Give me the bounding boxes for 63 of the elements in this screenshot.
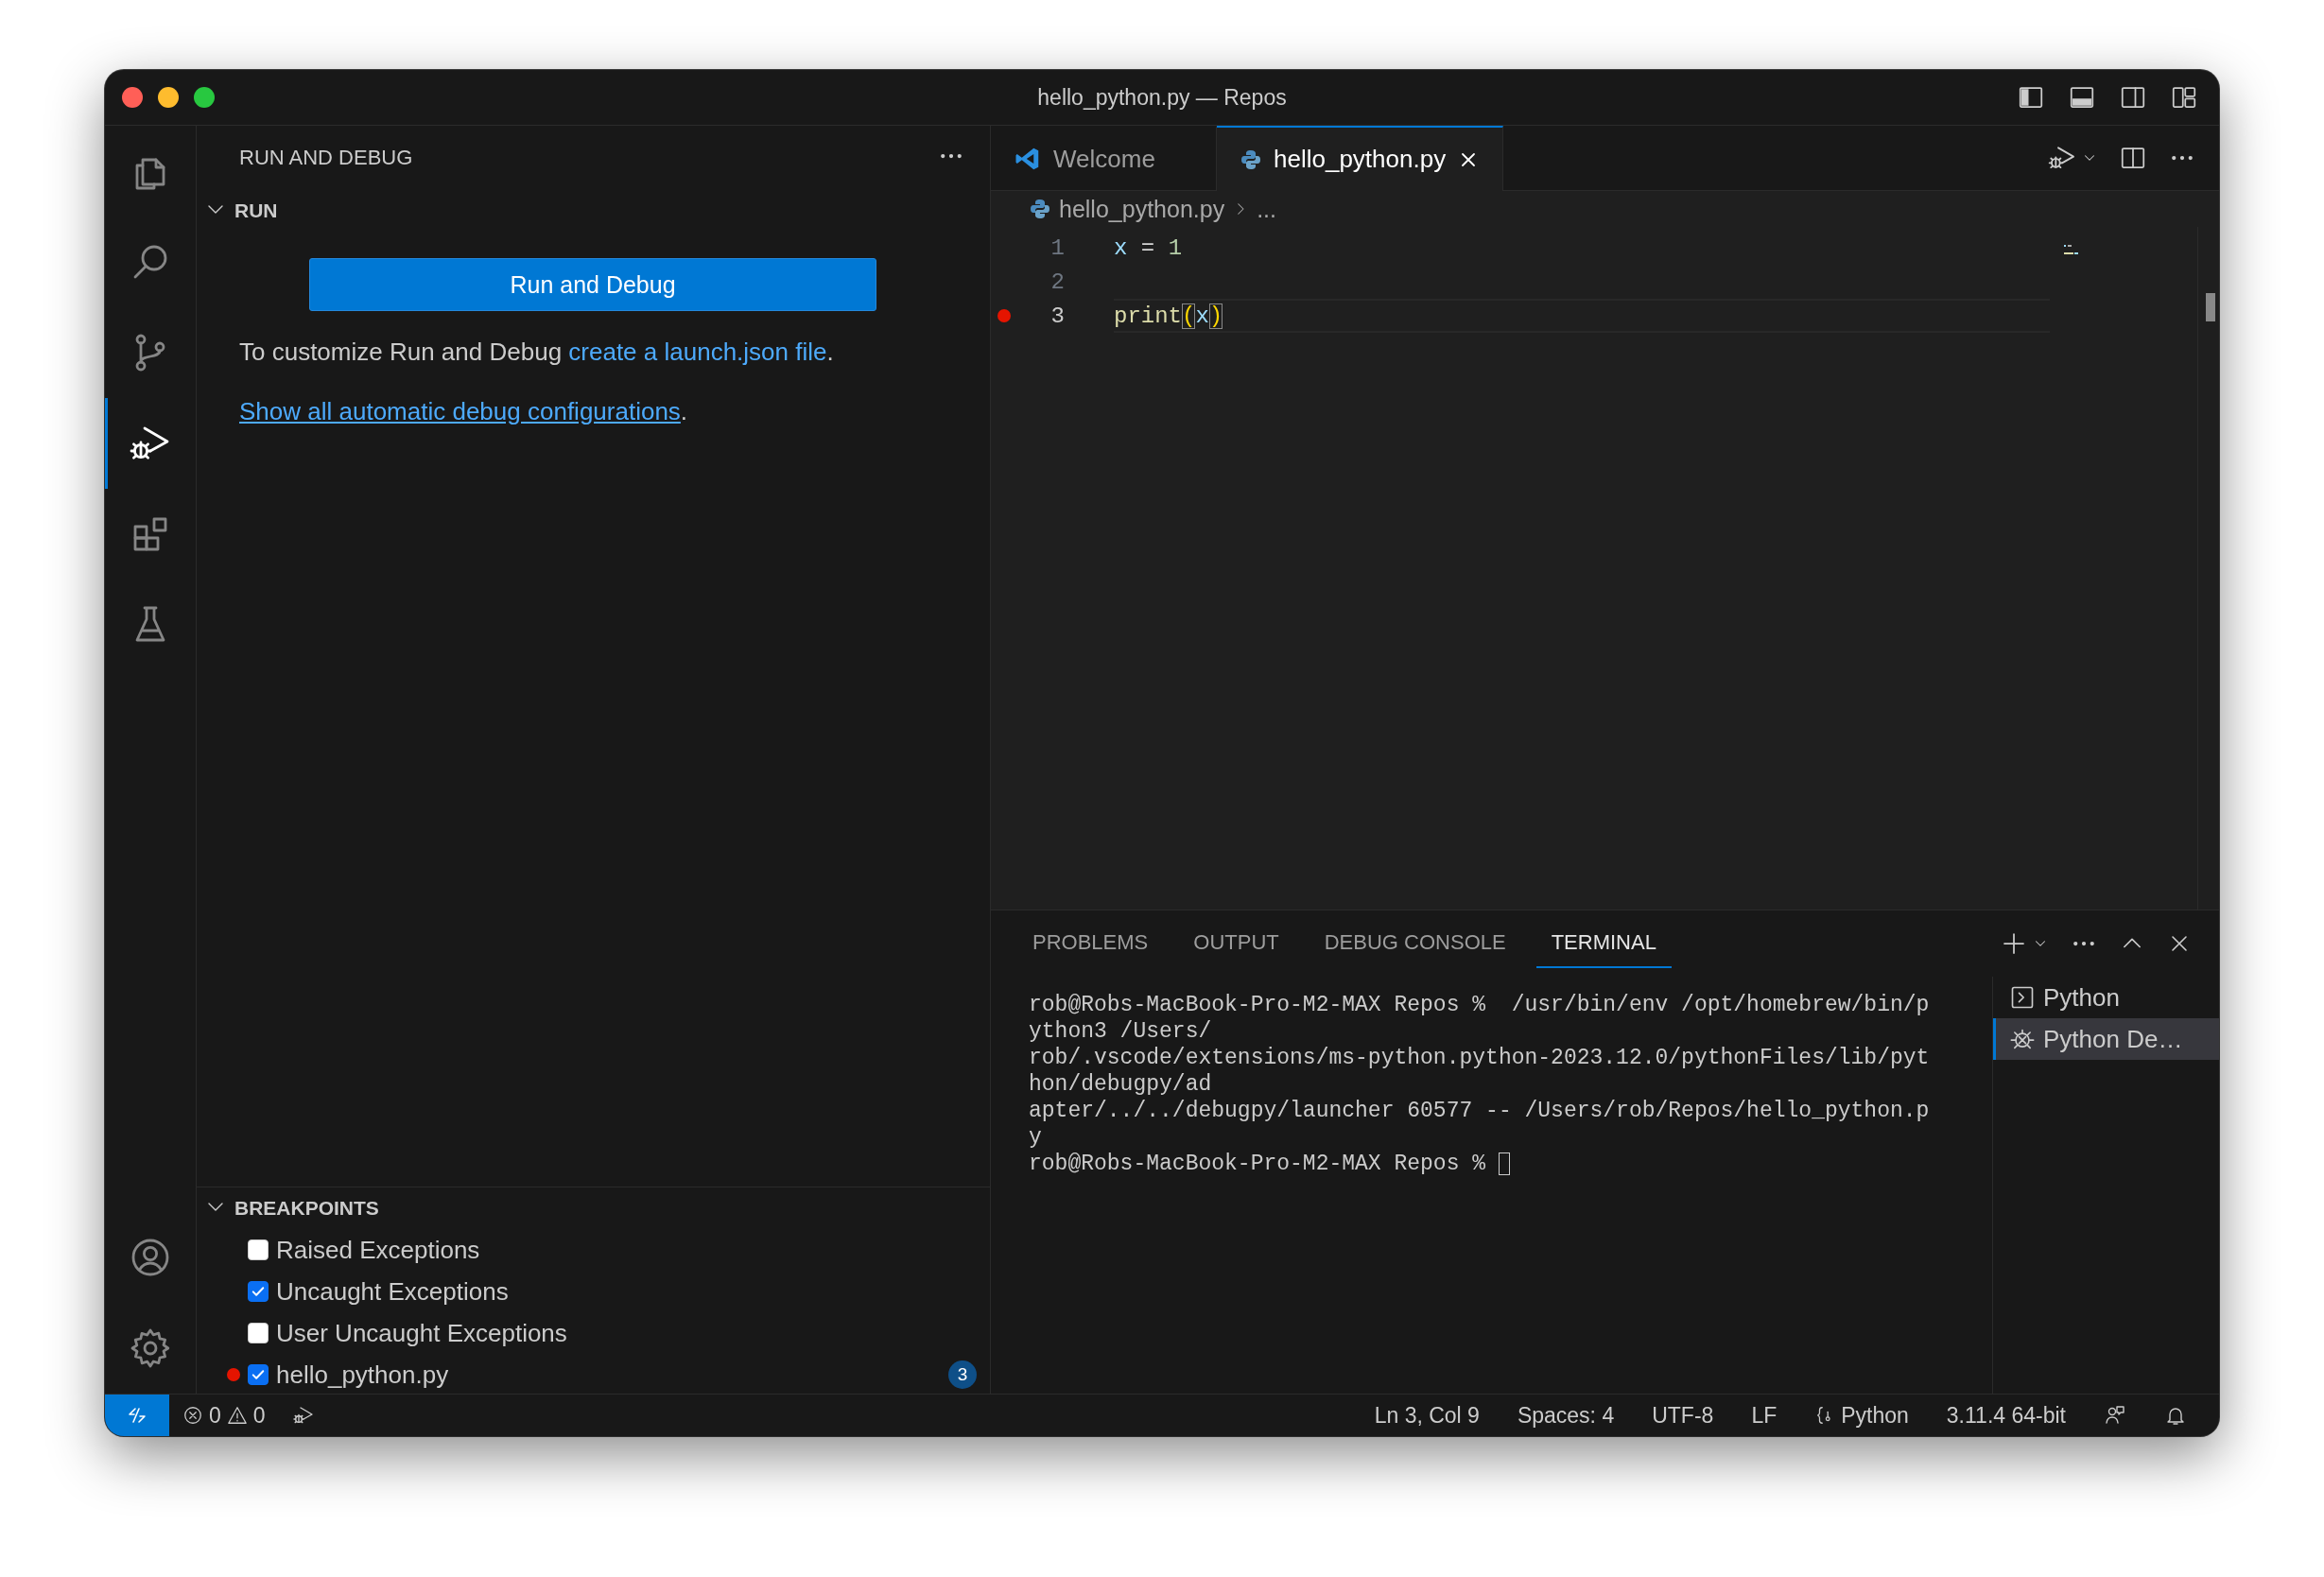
breakpoint-label[interactable]: Uncaught Exceptions — [276, 1276, 509, 1307]
section-title[interactable]: RUN — [234, 199, 278, 222]
panel-tab[interactable]: TERMINAL — [1535, 919, 1672, 968]
python-icon — [1029, 198, 1051, 220]
help-text: To customize Run and Debug create a launch.json file. — [239, 338, 835, 367]
terminal-line: y — [1029, 1124, 1042, 1151]
code-line: print(x) — [1114, 303, 1223, 329]
breakpoint-label[interactable]: hello_python.py — [276, 1360, 449, 1390]
run-and-debug-button[interactable]: Run and Debug — [309, 258, 876, 311]
terminal-line: rob@Robs-MacBook-Pro-M2-MAX Repos % /usr/bin/env /opt/homebrew/bin/p — [1029, 992, 1930, 1018]
line-number: 2 — [1049, 269, 1065, 295]
breakpoint-dot[interactable] — [997, 309, 1011, 322]
checkbox[interactable] — [248, 1239, 269, 1260]
status-item[interactable]: Spaces: 4 — [1503, 1395, 1628, 1436]
breadcrumb[interactable]: ... — [1257, 195, 1276, 223]
section-title[interactable]: BREAKPOINTS — [234, 1197, 379, 1220]
launch-json-link[interactable]: create a launch.json file — [568, 338, 827, 366]
warning-icon — [226, 1405, 248, 1426]
remote-button[interactable] — [105, 1395, 169, 1436]
terminal-cursor — [1498, 1152, 1510, 1175]
breadcrumb[interactable]: hello_python.py — [1059, 195, 1225, 223]
window-title: hello_python.py — Repos — [1037, 84, 1287, 111]
terminal-line: ython3 /Users/ — [1029, 1018, 1212, 1045]
feedback-icon[interactable] — [2104, 1404, 2126, 1427]
language-status[interactable]: Python — [1801, 1395, 1922, 1436]
panel-tab[interactable]: PROBLEMS — [1017, 919, 1164, 968]
help-text: Show all automatic debug configurations. — [239, 397, 689, 426]
python-icon — [1240, 147, 1262, 171]
terminal-list-item[interactable]: Python — [1993, 977, 2219, 1018]
terminal-icon — [2009, 984, 2036, 1011]
breakpoint-label[interactable]: User Uncaught Exceptions — [276, 1318, 567, 1348]
status-item[interactable]: Ln 3, Col 9 — [1361, 1395, 1493, 1436]
status-item[interactable]: LF — [1738, 1395, 1791, 1436]
terminal-line: apter/../../debugpy/launcher 60577 -- /Users/rob/Repos/hello_python.p — [1029, 1098, 1930, 1124]
checkbox[interactable] — [248, 1323, 269, 1343]
terminal-line: rob/.vscode/extensions/ms-python.python-2023.12.0/pythonFiles/lib/pyt — [1029, 1045, 1930, 1071]
terminal-line: rob@Robs-MacBook-Pro-M2-MAX Repos % — [1029, 1151, 1487, 1177]
code-line: x = 1 — [1114, 234, 1183, 261]
line-number: 1 — [1049, 234, 1065, 261]
status-item[interactable]: UTF-8 — [1639, 1395, 1727, 1436]
count-badge: 3 — [948, 1360, 977, 1389]
line-number: 3 — [1049, 303, 1065, 329]
editor-tab[interactable]: hello_python.py — [1217, 126, 1504, 191]
panel-tab[interactable]: OUTPUT — [1178, 919, 1294, 968]
checkbox[interactable] — [248, 1364, 269, 1385]
close-window-button[interactable] — [122, 87, 143, 108]
error-icon — [182, 1405, 203, 1426]
breakpoint-label[interactable]: Raised Exceptions — [276, 1235, 480, 1265]
terminal-line: hon/debugpy/ad — [1029, 1071, 1212, 1098]
checkbox[interactable] — [248, 1281, 269, 1302]
problems-status[interactable]: 0 0 — [169, 1395, 279, 1436]
warning-count: 0 — [252, 1402, 266, 1429]
language-name: Python — [1841, 1402, 1909, 1429]
breakpoint-dot — [227, 1368, 240, 1381]
zoom-window-button[interactable] — [194, 87, 215, 108]
debug-configurations-link[interactable]: Show all automatic debug configurations — [239, 397, 681, 425]
panel-tab[interactable]: DEBUG CONSOLE — [1309, 919, 1521, 968]
sidebar-title: RUN AND DEBUG — [239, 146, 413, 170]
minimize-window-button[interactable] — [158, 87, 179, 108]
terminal-list-item[interactable]: Python De… — [1993, 1018, 2219, 1060]
scrollbar-thumb[interactable] — [2206, 293, 2215, 321]
error-count: 0 — [209, 1402, 221, 1429]
status-item[interactable]: 3.11.4 64-bit — [1933, 1395, 2079, 1436]
